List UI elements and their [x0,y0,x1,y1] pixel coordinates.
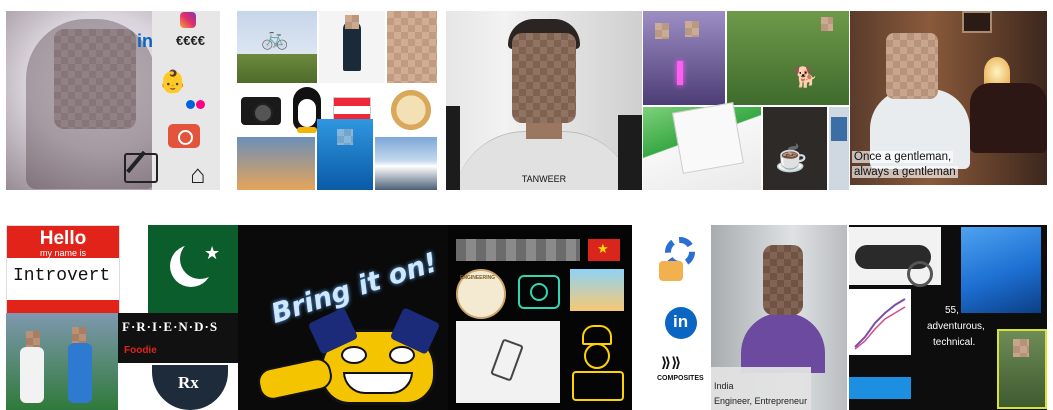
windows-desktop-photo [961,227,1041,313]
cartoon-cat-face [307,307,441,405]
coffee-cup-icon: ☕ [775,143,808,173]
skydive-photo [237,137,315,190]
blurred-face [512,33,576,123]
home-icon: ⌂ [190,159,206,189]
composites-text: COMPOSITES [657,375,704,382]
foodie-text: Foodie [124,345,157,356]
vietnam-flag-icon: ★ [588,239,620,261]
collage-tile-6[interactable]: Hello my name is Introvert ★ F·R·I·E·N·D… [6,225,238,410]
engineering-text: ENGINEERING [460,275,496,281]
technical-text: technical. [933,337,976,348]
blue-bar [849,377,911,399]
blurred-face [886,33,938,99]
friends-logo: F·R·I·E·N·D·S Foodie [118,313,238,363]
blurred-face [685,21,699,37]
blurred-face [72,327,86,343]
flickr-icon [186,100,206,110]
dog-icon: 🐕 [793,67,818,89]
linkedin-icon: in [137,31,153,51]
blurred-banner [456,239,580,261]
collage-tile-9[interactable]: in ⟫⟫ COMPOSITES India Engineer, Entrepr… [643,225,847,410]
linkedin-icon: in [665,307,697,339]
baby-icon: 👶 [159,69,187,94]
role-text: Engineer, Entrepreneur [714,396,808,406]
cartoon-arm [255,355,335,403]
dog-park-photo: 🐕 [727,11,849,105]
friends-photo [643,11,725,105]
blurred-face [655,23,669,39]
laptop-icon [829,107,849,190]
hello-text: Hello [39,228,87,249]
rx-text: Rx [178,373,199,392]
blurred-face [337,129,353,145]
line-graph-photo [849,289,911,355]
bike-jump-photo: 🚲 [237,11,317,83]
name-caption: TANWEER [521,174,567,184]
blurred-face [345,15,359,29]
collage-tile-2[interactable]: 🚲 [237,11,437,190]
scuba-photo [317,119,373,190]
collage-tile-3[interactable]: TANWEER [446,11,642,190]
beach-travel-icon [570,269,624,311]
velomobile-photo [849,227,941,287]
camera-icon [518,275,560,309]
coffee-photo: ☕ [763,107,827,190]
rx-bowl-icon: Rx [152,365,228,410]
mountain-photo [375,137,437,190]
signature-icon [124,150,158,183]
caption-line-1: Once a gentleman, [852,151,954,163]
desk-photo [643,102,761,190]
caption-line-2: always a gentleman [852,166,958,178]
blurred-face [26,331,40,347]
introvert-text: Introvert [13,266,111,286]
pakistan-flag-icon: ★ [148,225,238,313]
cricket-photo [6,313,118,410]
snow-photo [319,11,385,83]
hiker-photo [997,329,1047,409]
my-name-is-text: my name is [39,248,86,258]
collage-tile-10[interactable]: 55, adventurous, technical. [849,225,1047,410]
friends-text: F·R·I·E·N·D·S [122,319,219,334]
adventurous-text: adventurous, [927,321,985,332]
composites-logo: ⟫⟫ [661,355,682,371]
noodle-bowl-icon [385,85,437,135]
euro-text: €€€€ [176,33,205,48]
bike-icon: 🚲 [261,25,289,50]
hand-icon [659,261,683,281]
camera-icon [168,124,200,148]
collage-tile-4[interactable]: 🐕 ☕ [643,11,849,190]
chef-icon [568,321,624,403]
armchair [970,83,1047,153]
collage-tile-7[interactable]: Bring it on! [238,225,448,410]
camera-icon [237,85,285,135]
collage-tile-1[interactable]: in €€€€ 👶 ⌂ [6,11,220,190]
engineering-badge-icon: ENGINEERING [456,269,506,319]
wall-frame [962,11,992,33]
blurred-face [821,17,833,31]
blurred-face [1013,339,1029,357]
country-text: India [714,381,734,391]
collage-tile-8[interactable]: ★ ENGINEERING [448,225,632,410]
age-text: 55, [945,305,959,316]
growth-chart-icon [854,298,906,350]
hello-badge: Hello my name is Introvert [6,225,120,315]
blurred-face [763,245,803,315]
instagram-icon [180,12,196,28]
collage-tile-5[interactable]: Once a gentleman, always a gentleman [850,11,1047,185]
tech-doodle-photo [456,321,560,403]
blurred-face-photo [387,11,437,83]
